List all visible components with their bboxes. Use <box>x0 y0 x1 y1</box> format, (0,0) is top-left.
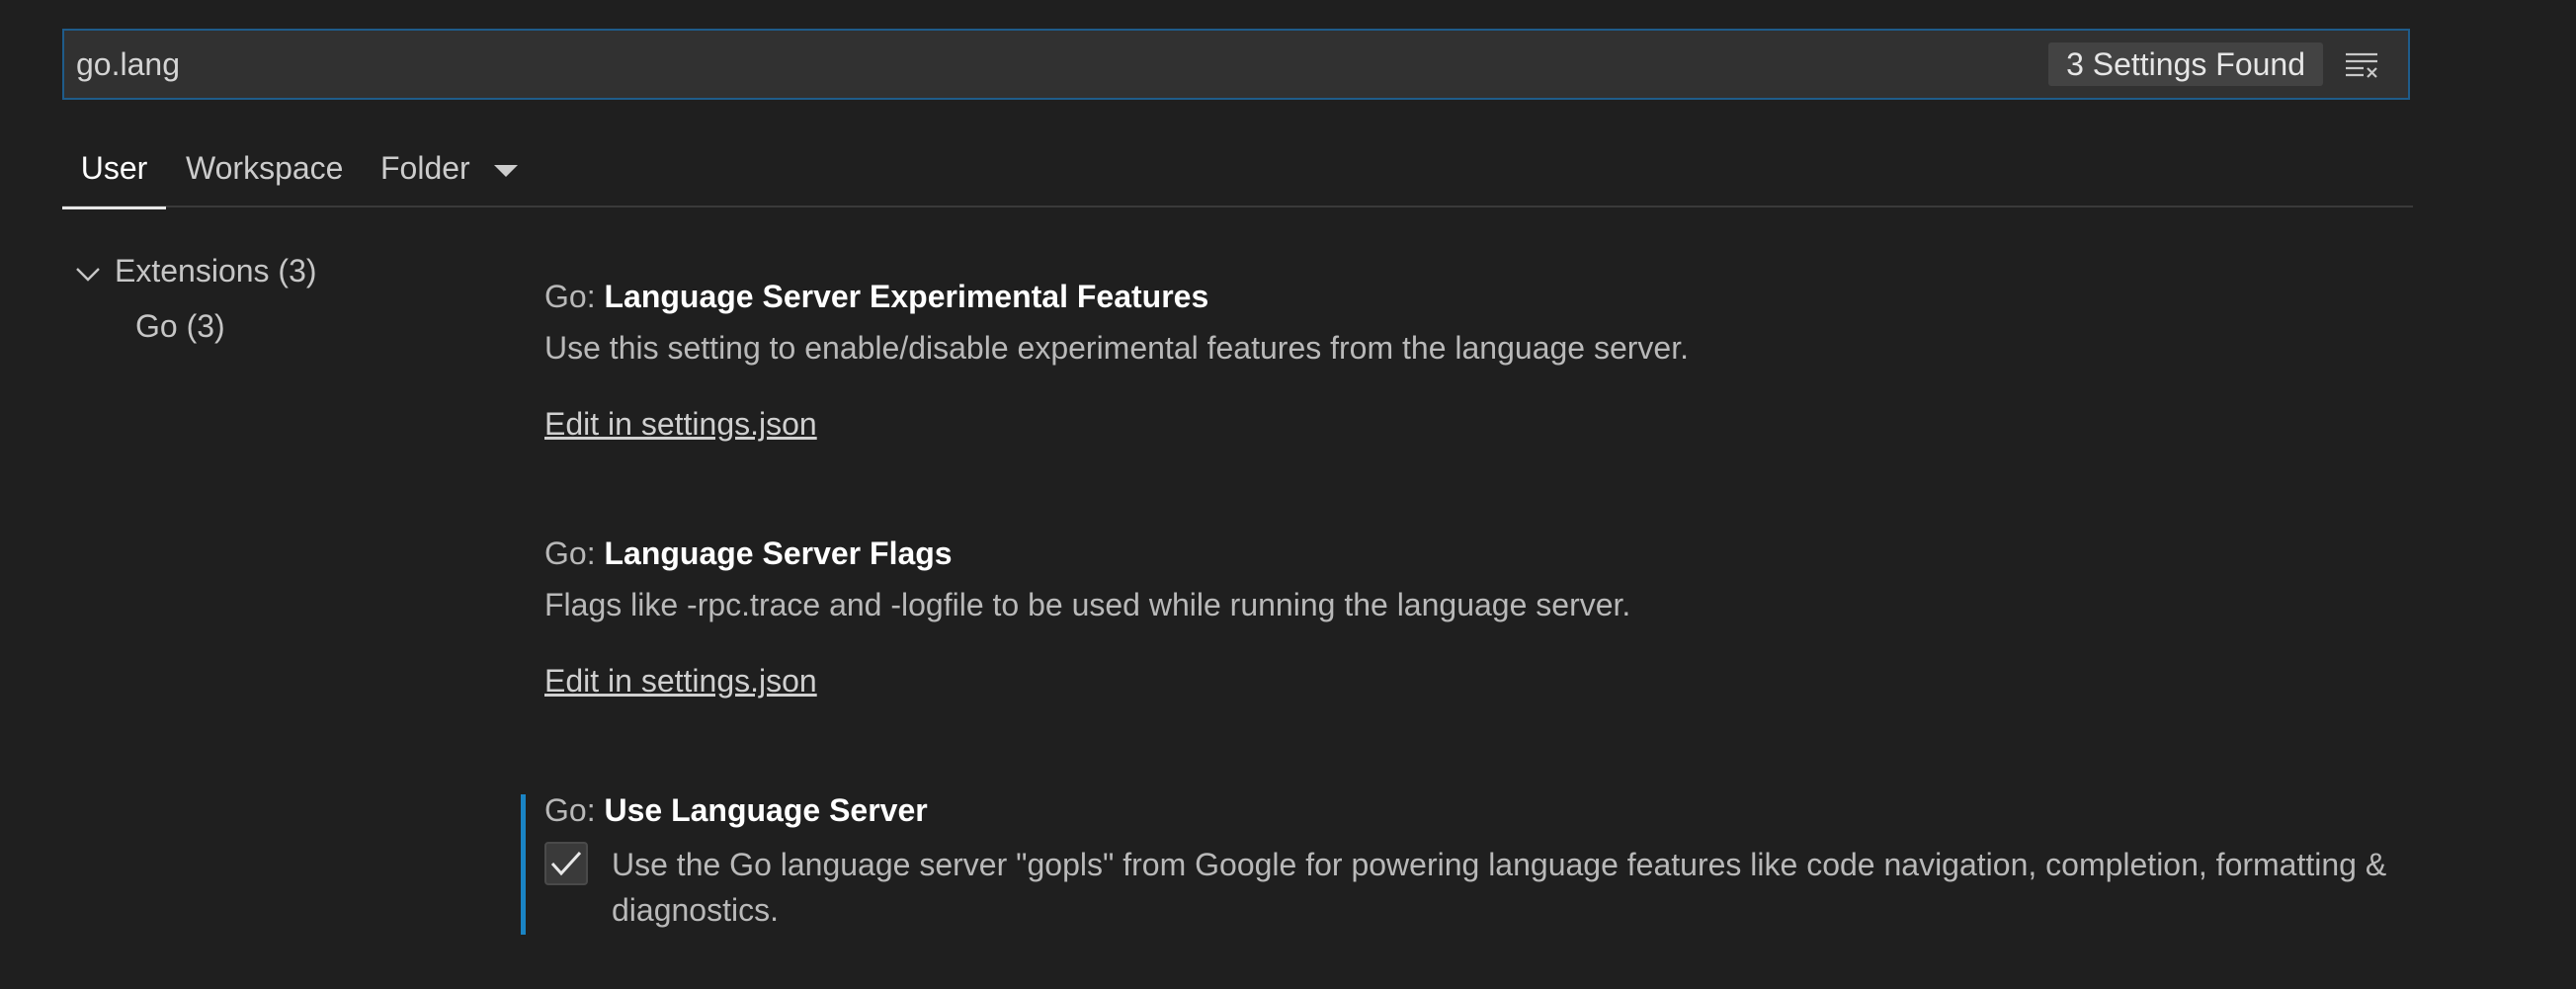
search-input[interactable] <box>64 30 2049 99</box>
settings-editor: 3 Settings Found User Workspace <box>0 0 2576 989</box>
edit-in-settings-json-link[interactable]: Edit in settings.json <box>544 663 817 700</box>
setting-title: Go: Language Server Experimental Feature… <box>544 279 1208 315</box>
settings-count-badge: 3 Settings Found <box>2048 42 2323 86</box>
chevron-down-icon <box>76 267 100 282</box>
tab-user[interactable]: User <box>62 138 166 209</box>
tab-workspace[interactable]: Workspace <box>186 138 343 207</box>
setting-description: Flags like -rpc.trace and -logfile to be… <box>544 587 1631 622</box>
tab-workspace-label: Workspace <box>186 150 344 186</box>
focused-setting-indicator <box>521 794 526 935</box>
settings-scope-tabs: User Workspace Folder <box>62 138 2413 209</box>
setting-title: Go: Use Language Server <box>544 792 928 829</box>
tab-user-label: User <box>80 150 148 186</box>
toc-go[interactable]: Go (3) <box>135 308 225 345</box>
setting-description: Use the Go language server "gopls" from … <box>612 847 2387 928</box>
setting-name: Language Server Experimental Features <box>604 279 1209 314</box>
setting-title: Go: Language Server Flags <box>544 536 953 572</box>
active-tab-indicator <box>62 206 166 209</box>
clear-filter-icon[interactable] <box>2341 43 2382 85</box>
setting-description: Use this setting to enable/disable exper… <box>544 330 1689 366</box>
setting-category: Go: <box>544 792 605 828</box>
setting-name: Language Server Flags <box>604 536 953 571</box>
setting-category: Go: <box>544 536 605 571</box>
setting-name: Use Language Server <box>604 792 928 828</box>
toc-go-label: Go (3) <box>135 308 225 344</box>
toc-extensions-label: Extensions (3) <box>115 253 317 288</box>
setting-category: Go: <box>544 279 605 314</box>
caret-down-icon <box>493 164 518 177</box>
tab-folder-label: Folder <box>380 150 470 186</box>
toc-extensions[interactable]: Extensions (3) <box>75 253 317 289</box>
search-box: 3 Settings Found <box>62 29 2410 100</box>
tab-folder[interactable]: Folder <box>380 138 519 207</box>
use-language-server-checkbox[interactable] <box>544 842 588 885</box>
check-icon <box>550 851 582 876</box>
edit-in-settings-json-link[interactable]: Edit in settings.json <box>544 406 817 443</box>
